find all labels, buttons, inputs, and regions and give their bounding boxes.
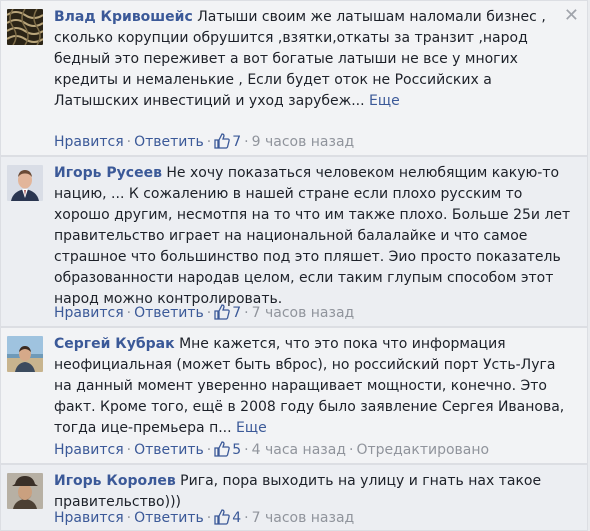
- comment-author-link[interactable]: Игорь Королев: [54, 473, 176, 489]
- timestamp-link[interactable]: 7 часов назад: [252, 305, 355, 321]
- comment-text: Не хочу показаться человеком нелюбящим к…: [54, 165, 571, 307]
- timestamp-link[interactable]: 4 часа назад: [252, 442, 346, 458]
- comment-actions: Нравится · Ответить · 7 · 9 часов назад: [54, 133, 354, 151]
- like-link[interactable]: Нравится: [54, 134, 124, 150]
- reply-link[interactable]: Ответить: [134, 510, 204, 526]
- comment-thread: ✕ Влад Кривошейс Латыши своим же латышам…: [0, 0, 590, 531]
- man-seaside-avatar-icon: [7, 336, 43, 372]
- avatar[interactable]: [7, 336, 43, 372]
- timestamp-link[interactable]: 7 часов назад: [252, 510, 355, 526]
- separator: ·: [126, 510, 132, 526]
- separator: ·: [206, 442, 212, 458]
- comment-body: Игорь Королев Рига, пора выходить на ули…: [54, 471, 573, 513]
- reply-link[interactable]: Ответить: [134, 134, 204, 150]
- comment-body: Влад Кривошейс Латыши своим же латышам н…: [54, 7, 573, 112]
- thumbs-up-icon: [214, 509, 231, 525]
- separator: ·: [348, 442, 354, 458]
- comment-item: ✕ Влад Кривошейс Латыши своим же латышам…: [0, 0, 588, 156]
- see-more-link[interactable]: Еще: [369, 93, 400, 109]
- like-link[interactable]: Нравится: [54, 510, 124, 526]
- separator: ·: [126, 305, 132, 321]
- separator: ·: [244, 442, 249, 458]
- comment-item: Игорь Королев Рига, пора выходить на ули…: [0, 464, 588, 531]
- reply-link[interactable]: Ответить: [134, 442, 204, 458]
- thumbs-up-icon: [214, 441, 231, 457]
- comment-body: Сергей Кубрак Мне кажется, что это пока …: [54, 334, 573, 439]
- comment-actions: Нравится · Ответить · 4 · 7 часов назад: [54, 509, 354, 527]
- comment-body: Игорь Русеев Не хочу показаться человеко…: [54, 163, 573, 310]
- see-more-link[interactable]: Еще: [236, 420, 267, 436]
- comment-actions: Нравится · Ответить · 5 · 4 часа назад · Отредак…: [54, 441, 489, 459]
- man-hat-avatar-icon: [7, 473, 43, 509]
- thumbs-up-icon: [214, 304, 231, 320]
- separator: ·: [244, 305, 249, 321]
- comment-author-link[interactable]: Игорь Русеев: [54, 165, 162, 181]
- comment-author-link[interactable]: Влад Кривошейс: [54, 9, 193, 25]
- reply-link[interactable]: Ответить: [134, 305, 204, 321]
- thumbs-up-icon: [214, 133, 231, 149]
- separator: ·: [126, 134, 132, 150]
- patterned-avatar-icon: [7, 9, 43, 45]
- comment-item: Игорь Русеев Не хочу показаться человеко…: [0, 156, 588, 327]
- like-count[interactable]: 7: [214, 304, 241, 321]
- avatar[interactable]: [7, 9, 43, 45]
- like-count[interactable]: 4: [214, 509, 241, 526]
- comment-actions: Нравится · Ответить · 7 · 7 часов назад: [54, 304, 354, 322]
- like-link[interactable]: Нравится: [54, 305, 124, 321]
- comment-author-link[interactable]: Сергей Кубрак: [54, 336, 175, 352]
- separator: ·: [244, 510, 249, 526]
- separator: ·: [126, 442, 132, 458]
- timestamp-link[interactable]: 9 часов назад: [252, 134, 355, 150]
- separator: ·: [244, 134, 249, 150]
- comment-item: Сергей Кубрак Мне кажется, что это пока …: [0, 327, 588, 464]
- separator: ·: [206, 510, 212, 526]
- separator: ·: [206, 134, 212, 150]
- avatar[interactable]: [7, 473, 43, 509]
- like-link[interactable]: Нравится: [54, 442, 124, 458]
- separator: ·: [206, 305, 212, 321]
- like-count[interactable]: 5: [214, 441, 241, 458]
- like-count[interactable]: 7: [214, 133, 241, 150]
- edited-link[interactable]: Отредактировано: [356, 442, 489, 458]
- man-suit-avatar-icon: [7, 165, 43, 201]
- avatar[interactable]: [7, 165, 43, 201]
